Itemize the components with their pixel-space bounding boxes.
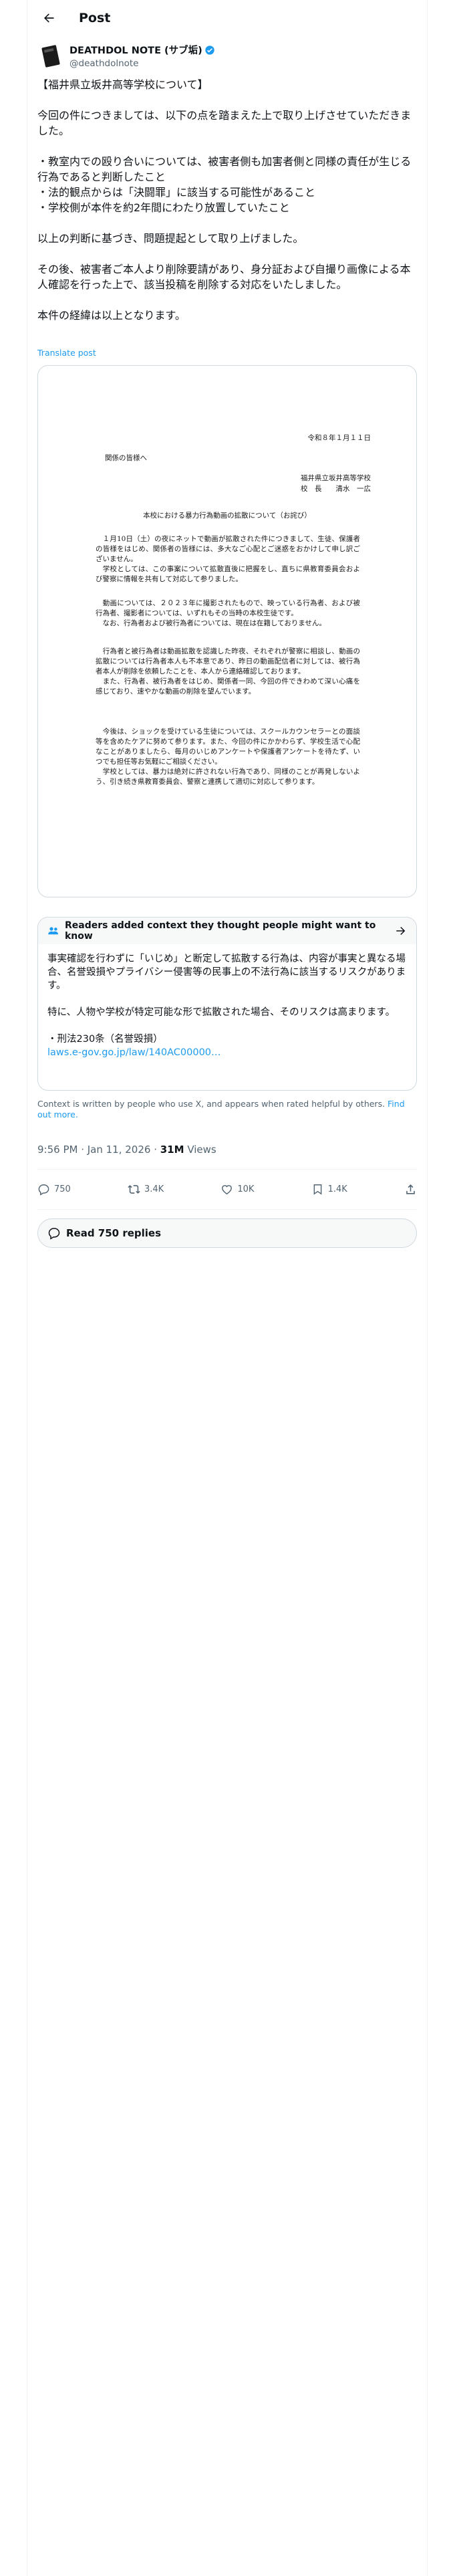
back-button[interactable]	[37, 7, 60, 29]
people-icon	[48, 927, 59, 935]
post-text: 【福井県立坂井高等学校について】 今回の件につきましては、以下の点を踏まえた上で…	[37, 78, 412, 322]
community-note-heading: Readers added context they thought peopl…	[65, 920, 376, 942]
post-meta: 9:56 PM · Jan 11, 2026 · 31M Views	[37, 1144, 216, 1156]
share-icon	[406, 1184, 415, 1194]
document-principal: 校 長 清水 一広	[301, 485, 371, 493]
document-paragraph: 行為者と被行為者は動画拡散を認識した昨夜、それぞれが警察に相談し、動画の拡散につ…	[96, 647, 360, 695]
reply-count: 750	[54, 1184, 71, 1194]
community-note: Readers added context they thought peopl…	[37, 917, 417, 1091]
repost-icon	[128, 1184, 140, 1194]
document-paragraph: 動画については、２０２３年に撮影されたもので、映っている行為者、および被行為者、…	[96, 599, 360, 627]
note-context: Context is written by people who use X, …	[37, 1099, 417, 1120]
reply-icon	[48, 1228, 60, 1240]
arrow-right-icon	[396, 927, 406, 935]
author-handle[interactable]: @deathdolnote	[69, 58, 215, 69]
divider	[37, 1209, 417, 1210]
post-author: DEATHDOL NOTE (サブ垢) @deathdolnote	[37, 43, 215, 70]
law-link[interactable]: laws.e-gov.go.jp/law/140AC00000…	[47, 1047, 221, 1058]
document-school: 福井県立坂井高等学校	[301, 474, 371, 482]
translate-post-link[interactable]: Translate post	[37, 348, 96, 358]
document-title: 本校における暴力行為動画の拡散について（お詫び）	[143, 512, 311, 520]
document-date: 令和８年１月１１日	[307, 434, 371, 442]
read-replies-button[interactable]: Read 750 replies	[37, 1218, 417, 1248]
notebook-icon	[41, 45, 60, 68]
post-image[interactable]: 令和８年１月１１日 関係の皆様へ 福井県立坂井高等学校 校 長 清水 一広 本校…	[37, 365, 417, 897]
action-bar: 750 3.4K 10K 1.4K	[37, 1177, 417, 1201]
document-paragraph: 今後は、ショックを受けている生徒については、スクールカウンセラーとの面談等を含め…	[96, 728, 360, 786]
share-button[interactable]	[404, 1183, 417, 1196]
document-recipient: 関係の皆様へ	[105, 454, 147, 462]
page-title: Post	[79, 10, 111, 25]
community-note-body: 事実確認を行わずに「いじめ」と断定して拡散する行為は、内容が事実と異なる場合、名…	[38, 944, 416, 1067]
repost-count: 3.4K	[144, 1184, 164, 1194]
views-label: Views	[184, 1144, 216, 1156]
like-button[interactable]: 10K	[220, 1183, 254, 1196]
reply-icon	[38, 1184, 49, 1196]
bookmark-icon	[313, 1184, 321, 1195]
heart-icon	[222, 1184, 233, 1194]
top-bar: Post	[27, 0, 428, 35]
bookmark-button[interactable]: 1.4K	[311, 1183, 347, 1196]
community-note-text: 事実確認を行わずに「いじめ」と断定して拡散する行為は、内容が事実と異なる場合、名…	[47, 954, 406, 1045]
author-name[interactable]: DEATHDOL NOTE (サブ垢)	[69, 43, 215, 57]
avatar[interactable]	[37, 43, 64, 70]
repost-button[interactable]: 3.4K	[128, 1183, 164, 1196]
verified-badge-icon	[205, 45, 214, 55]
bookmark-count: 1.4K	[327, 1184, 347, 1194]
community-note-header[interactable]: Readers added context they thought peopl…	[38, 918, 416, 944]
read-replies-label: Read 750 replies	[66, 1227, 162, 1239]
context-text: Context is written by people who use X, …	[37, 1099, 388, 1109]
document-paragraph: １月10日（土）の夜にネットで動画が拡散された件につきまして、生徒、保護者の皆様…	[96, 535, 360, 583]
author-display-name: DEATHDOL NOTE (サブ垢)	[69, 45, 202, 56]
post-timestamp[interactable]: 9:56 PM · Jan 11, 2026 ·	[37, 1144, 160, 1156]
divider	[37, 1169, 417, 1170]
apology-document: 令和８年１月１１日 関係の皆様へ 福井県立坂井高等学校 校 長 清水 一広 本校…	[38, 366, 416, 897]
reply-button[interactable]: 750	[37, 1183, 71, 1196]
arrow-left-icon	[44, 13, 54, 23]
like-count: 10K	[237, 1184, 255, 1194]
view-count: 31M	[160, 1144, 184, 1156]
